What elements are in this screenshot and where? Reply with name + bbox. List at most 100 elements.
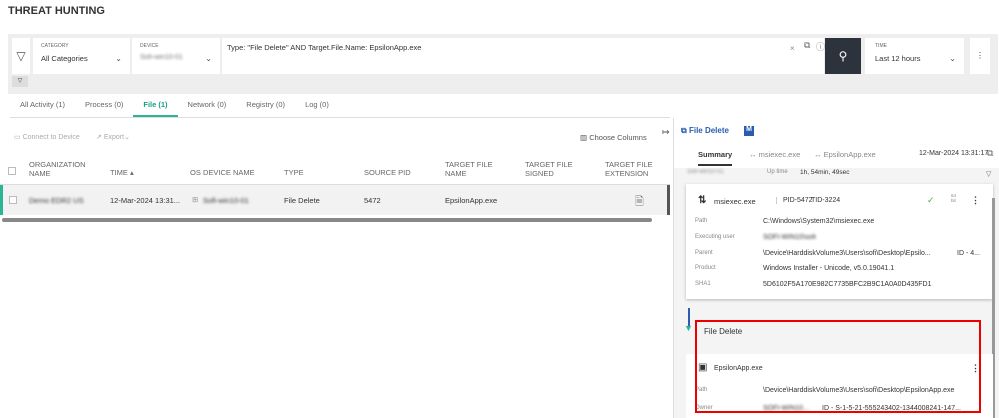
- file-delete-icon: ⧉: [681, 126, 687, 135]
- columns-icon: ▥: [580, 133, 588, 142]
- cell-device: Sofi-win10-01: [203, 196, 249, 205]
- process-name: msiexec.exe: [714, 197, 756, 206]
- cell-org: Demo EDR2 US: [29, 196, 84, 205]
- field-label: Product: [695, 265, 716, 271]
- filter-icon[interactable]: ▽: [12, 38, 30, 74]
- panel-title-text: File Delete: [688, 126, 729, 135]
- page-title: THREAT HUNTING: [8, 5, 105, 17]
- chevron-down-icon: ⌄: [949, 54, 956, 63]
- tab-all-activity[interactable]: All Activity (1): [10, 96, 75, 117]
- export-label: Export: [103, 134, 125, 141]
- clear-icon[interactable]: ×: [790, 44, 795, 53]
- tab-process[interactable]: Process (0): [75, 96, 133, 117]
- device-label: DEVICE: [140, 43, 159, 49]
- process-tid: TID-3224: [811, 197, 841, 204]
- monitor-icon: ▭: [14, 134, 21, 141]
- tab-log[interactable]: Log (0): [295, 96, 339, 117]
- query-input[interactable]: Type: "File Delete" AND Target.File.Name…: [222, 38, 825, 74]
- uptime-label: Up time: [767, 169, 788, 175]
- mitre-badge[interactable]: M: [744, 126, 754, 136]
- col-type[interactable]: TYPE: [284, 168, 304, 177]
- sort-up-icon: ▴: [130, 168, 134, 177]
- filter-bar: ▽ CATEGORY All Categories ⌄ DEVICE Sofi-…: [8, 34, 998, 94]
- activity-tabs: All Activity (1) Process (0) File (1) Ne…: [10, 96, 670, 118]
- export-button[interactable]: ↗ Export⌄: [96, 133, 130, 141]
- info-device: Sofi-win10-01: [687, 169, 724, 175]
- signed-check-icon: ✓: [927, 195, 935, 205]
- col-os[interactable]: OS: [190, 168, 201, 177]
- panel-tab-msiexec-label: msiexec.exe: [758, 150, 801, 159]
- tab-network[interactable]: Network (0): [178, 96, 237, 117]
- process-card: ⇅ msiexec.exe PID-5472 TID-3224 ✓ 64 bit…: [686, 184, 993, 299]
- file-extension-icon: 🗎: [635, 196, 644, 208]
- choose-columns-label: Choose Columns: [589, 133, 647, 142]
- col-source-pid[interactable]: SOURCE PID: [364, 168, 411, 177]
- vertical-scrollbar[interactable]: [667, 185, 670, 215]
- connect-label: Connect to Device: [22, 134, 80, 141]
- more-icon[interactable]: ⋮: [971, 195, 980, 206]
- col-time[interactable]: TIME ▴: [110, 168, 134, 177]
- col-target-file-extension[interactable]: TARGET FILE EXTENSION: [605, 160, 660, 178]
- tab-registry[interactable]: Registry (0): [236, 96, 295, 117]
- parent-id: ID - 4...: [957, 250, 980, 257]
- choose-columns-button[interactable]: ▥ Choose Columns: [580, 133, 647, 142]
- panel-tab-msiexec[interactable]: ↔ msiexec.exe: [749, 150, 800, 159]
- search-button[interactable]: ⚲: [825, 38, 861, 74]
- connect-to-device-button[interactable]: ▭ Connect to Device: [14, 133, 80, 141]
- col-time-label: TIME: [110, 168, 128, 177]
- chevron-down-icon: ⌄: [115, 54, 122, 63]
- tree-icon[interactable]: ⧉: [987, 148, 993, 159]
- windows-icon: ⊞: [192, 195, 199, 204]
- cell-target: EpsilonApp.exe: [445, 196, 498, 205]
- copy-icon[interactable]: ⧉: [804, 40, 810, 51]
- time-value: Last 12 hours: [875, 54, 921, 63]
- field-label: SHA1: [695, 281, 711, 287]
- select-all-checkbox[interactable]: [8, 167, 16, 175]
- category-label: CATEGORY: [41, 43, 69, 49]
- category-value: All Categories: [41, 54, 88, 63]
- panel-tab-epsilonapp[interactable]: ↔ EpsilonApp.exe: [814, 150, 876, 159]
- tab-file[interactable]: File (1): [133, 96, 178, 117]
- field-value: C:\Windows\System32\msiexec.exe: [763, 218, 875, 225]
- device-value: Sofi-win10-01: [140, 54, 183, 61]
- field-label: Parent: [695, 250, 713, 256]
- process-icon: ⇅: [698, 195, 707, 206]
- highlight-box: [695, 320, 981, 413]
- device-select[interactable]: DEVICE Sofi-win10-01 ⌄: [132, 38, 220, 74]
- process-pid: PID-5472: [776, 197, 813, 204]
- col-device-name[interactable]: DEVICE NAME: [203, 168, 255, 177]
- cell-type: File Delete: [284, 196, 320, 205]
- field-value: SOFI-WIN10\sofi: [763, 234, 816, 241]
- panel-title: ⧉ File Delete: [681, 126, 729, 136]
- help-icon[interactable]: ⓘ: [816, 40, 825, 53]
- panel-timestamp: 12-Mar-2024 13:31:17: [919, 150, 989, 157]
- detail-panel: ⧉ File Delete M Summary ↔ msiexec.exe ↔ …: [673, 118, 999, 418]
- horizontal-scrollbar[interactable]: [2, 218, 652, 222]
- collapse-panel-icon[interactable]: ↦: [662, 127, 670, 138]
- col-target-file-name[interactable]: TARGET FILE NAME: [445, 160, 500, 178]
- table-header: ORGANIZATION NAME TIME ▴ OS DEVICE NAME …: [0, 155, 670, 185]
- category-select[interactable]: CATEGORY All Categories ⌄: [33, 38, 130, 74]
- field-value: Windows Installer - Unicode, v5.0.19041.…: [763, 265, 895, 272]
- field-value: \Device\HarddiskVolume3\Users\sofi\Deskt…: [763, 250, 931, 257]
- arch-badge: 64 bit: [951, 193, 957, 203]
- table-row[interactable]: Demo EDR2 US 12-Mar-2024 13:31... ⊞ Sofi…: [0, 185, 670, 215]
- col-organization[interactable]: ORGANIZATION NAME: [29, 160, 89, 178]
- time-select[interactable]: TIME Last 12 hours ⌄: [865, 38, 964, 74]
- more-button[interactable]: ⋮: [970, 38, 990, 74]
- query-text: Type: "File Delete" AND Target.File.Name…: [227, 43, 422, 52]
- export-icon: ↗: [96, 134, 102, 141]
- search-icon: ⚲: [838, 49, 848, 63]
- field-value: 5D6102F5A170E982C7735BFC2B9C1A0A0D435FD1: [763, 281, 932, 288]
- panel-tab-summary[interactable]: Summary: [698, 150, 733, 166]
- row-checkbox[interactable]: [9, 196, 17, 204]
- expand-filter-icon[interactable]: ▽: [12, 76, 28, 87]
- chevron-down-icon: ⌄: [205, 54, 212, 63]
- uptime-value: 1h, 54min, 49sec: [800, 169, 850, 176]
- cell-pid: 5472: [364, 196, 381, 205]
- filter-icon[interactable]: ▽: [986, 170, 991, 178]
- panel-tab-epsilonapp-label: EpsilonApp.exe: [823, 150, 876, 159]
- timeline-arrow-icon: ▼: [684, 323, 693, 333]
- col-target-file-signed[interactable]: TARGET FILE SIGNED: [525, 160, 580, 178]
- field-label: Path: [695, 218, 708, 224]
